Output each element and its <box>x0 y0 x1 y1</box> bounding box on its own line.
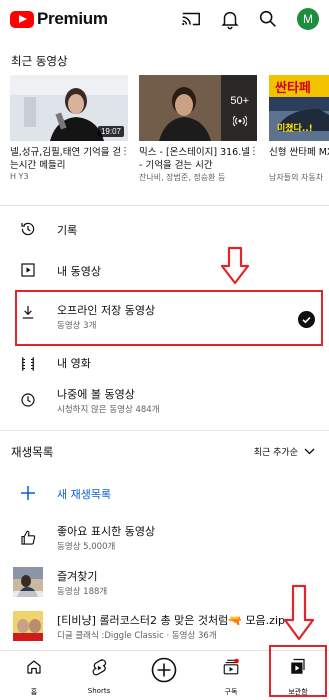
library-item-sub: 시청하지 않은 동영상 484개 <box>57 405 160 415</box>
recent-videos-heading: 최근 동영상 <box>11 54 68 68</box>
watch-later-clock-icon <box>21 393 35 407</box>
thumbnail-text: 싼타페 <box>275 81 311 96</box>
create-plus-icon <box>151 657 177 683</box>
nav-label: 구독 <box>224 688 238 696</box>
logo-text: Premium <box>37 9 108 28</box>
new-playlist-button[interactable]: 새 재생목록 <box>0 476 329 510</box>
playlists-heading: 재생목록 <box>11 445 54 459</box>
library-item-watch-later[interactable]: 나중에 볼 동영상 시청하지 않은 동영상 484개 <box>0 381 329 421</box>
nav-label: Shorts <box>87 687 111 695</box>
library-item-label: 기록 <box>57 224 78 237</box>
recent-videos-carousel[interactable]: 19:07 넬,성규,김필,태연 기억을 걷는시간 메들리 H Y3 ⋮ 50+… <box>10 75 329 195</box>
playlist-count: 동영상 5,000개 <box>57 542 116 552</box>
new-playlist-label: 새 재생목록 <box>57 488 112 501</box>
more-vert-icon[interactable]: ⋮ <box>249 146 259 157</box>
library-item-my-videos[interactable]: 내 동영상 <box>0 253 329 287</box>
history-icon <box>21 222 35 236</box>
video-thumbnail[interactable]: 19:07 <box>10 75 128 141</box>
create-button[interactable] <box>132 651 196 700</box>
thumbnail-text: 미쳤다..! <box>277 124 313 134</box>
nav-subscriptions[interactable]: 구독 <box>199 651 263 700</box>
annotation-highlight-box <box>15 290 323 346</box>
library-item-label: 내 동영상 <box>57 265 101 278</box>
notifications-bell-icon[interactable] <box>219 8 241 30</box>
playlist-thumbnail <box>13 567 43 597</box>
video-title: 믹스 - [온스테이지] 316.넬 - 기억을 걷는 시간 <box>139 147 250 171</box>
playlist-thumbnail <box>13 611 43 641</box>
annotation-arrow-down <box>220 246 250 285</box>
playlist-item-liked-videos[interactable]: 좋아요 표시한 동영상 동영상 5,000개 <box>0 518 329 558</box>
video-thumbnail[interactable]: 싼타페 미쳤다..! <box>269 75 329 141</box>
account-avatar[interactable]: M <box>297 8 319 30</box>
library-item-my-movies[interactable]: 내 영화 <box>0 347 329 381</box>
playlist-title: 즐겨찾기 <box>57 570 98 583</box>
home-icon <box>27 660 41 674</box>
subscriptions-icon <box>223 658 239 675</box>
sort-label: 최근 추가순 <box>253 448 298 458</box>
section-divider <box>0 430 329 431</box>
video-title: 신형 싼타페 MX5를 기다려 <box>269 147 329 158</box>
library-item-label: 내 영화 <box>57 357 91 370</box>
section-divider <box>0 205 329 206</box>
youtube-premium-logo[interactable]: Premium <box>10 9 108 29</box>
mix-count: 50+ <box>230 95 249 107</box>
more-vert-icon[interactable]: ⋮ <box>120 146 130 157</box>
playlist-title: [티비냥] 롤러코스터2 총 맞은 것처럼🔫 모음.zip <box>57 614 285 627</box>
playlist-item-tvnyang[interactable]: [티비냥] 롤러코스터2 총 맞은 것처럼🔫 모음.zip 디글 클래식 :Di… <box>0 607 329 647</box>
video-channel: 잔나비, 장범준, 정승환 등 <box>139 173 226 182</box>
video-title: 넬,성규,김필,태연 기억을 걷는시간 메들리 <box>10 147 122 171</box>
video-channel: H Y3 <box>10 172 29 181</box>
my-videos-icon <box>21 263 35 277</box>
library-item-label: 나중에 볼 동영상 <box>57 388 135 401</box>
library-item-history[interactable]: 기록 <box>0 212 329 246</box>
nav-home[interactable]: 홈 <box>2 651 66 700</box>
movies-icon <box>22 357 34 371</box>
shorts-icon <box>92 658 107 676</box>
thumbs-up-icon <box>21 530 36 545</box>
cast-icon[interactable] <box>180 8 202 30</box>
playlist-count: 디글 클래식 :Diggle Classic · 동영상 36개 <box>57 631 217 641</box>
playlist-item-favorites[interactable]: 즐겨찾기 동영상 188개 <box>0 563 329 603</box>
youtube-logo-icon <box>10 10 34 28</box>
annotation-highlight-box <box>269 645 327 697</box>
playlist-sort-dropdown[interactable]: 최근 추가순 <box>254 445 315 458</box>
mix-radio-icon <box>233 115 247 127</box>
chevron-down-icon <box>304 448 315 455</box>
add-icon <box>21 486 35 500</box>
nav-shorts[interactable]: Shorts <box>67 651 131 700</box>
annotation-arrow-down <box>283 584 315 641</box>
top-app-bar: Premium M <box>0 0 329 40</box>
playlist-count: 동영상 188개 <box>57 587 108 597</box>
video-duration: 19:07 <box>97 126 124 137</box>
video-thumbnail[interactable]: 50+ <box>139 75 257 141</box>
nav-label: 홈 <box>30 688 38 696</box>
playlist-title: 좋아요 표시한 동영상 <box>57 525 156 538</box>
video-channel: 남자들의 자동차 <box>269 173 324 182</box>
search-icon[interactable] <box>257 8 279 30</box>
